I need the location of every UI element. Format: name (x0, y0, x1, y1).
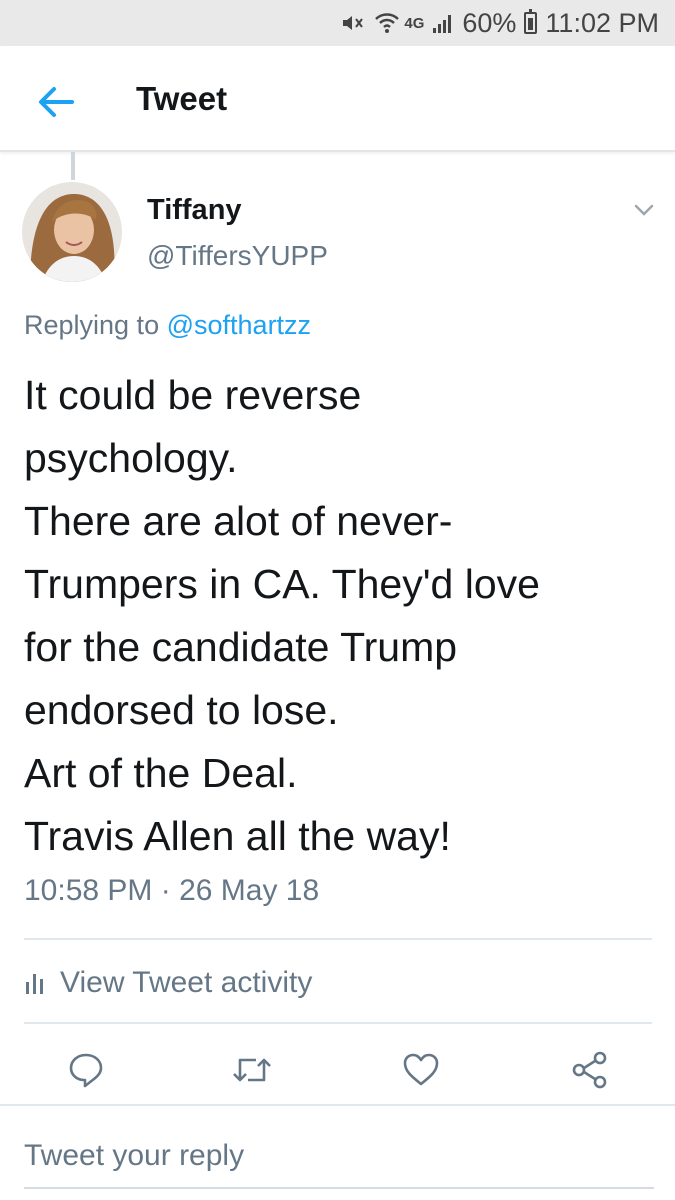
tweet-text-line: endorsed to lose. (24, 687, 339, 733)
retweet-icon (233, 1058, 271, 1082)
battery-icon (524, 9, 538, 34)
share-icon (572, 1051, 607, 1089)
wifi-icon (374, 11, 400, 35)
battery-percent: 60% (462, 7, 517, 38)
replying-prefix: Replying to (24, 310, 160, 340)
status-icons: 4G 60% 11:02 PM (340, 0, 659, 46)
signal-icon (432, 12, 454, 34)
share-button[interactable] (568, 1048, 612, 1092)
reply-composer[interactable]: Tweet your reply (0, 1104, 675, 1200)
clock: 11:02 PM (545, 7, 659, 38)
tweet-text-line: Trumpers in CA. They'd love (24, 561, 540, 607)
reply-mention-link[interactable]: @softhartzz (167, 310, 311, 340)
divider (24, 1022, 652, 1024)
tweet-text-line: Travis Allen all the way! (24, 813, 451, 859)
bar-chart-icon (26, 974, 43, 994)
reply-icon (69, 1053, 103, 1088)
tweet-text: It could be reverse psychology. There ar… (24, 364, 654, 868)
reply-input[interactable]: Tweet your reply (24, 1139, 244, 1173)
chevron-down-icon (634, 204, 654, 216)
mute-icon (340, 11, 366, 35)
reply-input-underline (24, 1187, 654, 1189)
reply-button[interactable] (64, 1048, 108, 1092)
like-icon (403, 1053, 439, 1086)
tweet-text-line: psychology. (24, 435, 238, 481)
tweet-menu-button[interactable] (630, 200, 658, 220)
author-handle[interactable]: @TiffersYUPP (147, 240, 328, 272)
tweet-text-line: It could be reverse (24, 372, 362, 418)
app-header: Tweet (0, 46, 675, 152)
divider (24, 938, 652, 940)
thread-connector (71, 152, 75, 180)
view-activity-label: View Tweet activity (60, 966, 313, 999)
retweet-button[interactable] (230, 1048, 274, 1092)
replying-to: Replying to @softhartzz (24, 310, 311, 341)
view-activity-link[interactable]: View Tweet activity (24, 962, 312, 1004)
tweet-text-line: There are alot of never- (24, 498, 453, 544)
author-name[interactable]: Tiffany (147, 194, 242, 227)
page-title: Tweet (136, 80, 228, 117)
avatar[interactable] (22, 182, 122, 282)
tweet-text-line: for the candidate Trump (24, 624, 458, 670)
like-button[interactable] (399, 1048, 443, 1092)
tweet-actions (0, 1040, 675, 1100)
arrow-left-icon (39, 87, 74, 117)
back-button[interactable] (30, 76, 82, 128)
status-bar: 4G 60% 11:02 PM (0, 0, 675, 46)
tweet-timestamp[interactable]: 10:58 PM · 26 May 18 (24, 874, 319, 908)
tweet-text-line: Art of the Deal. (24, 750, 298, 796)
network-type: 4G (404, 14, 425, 32)
